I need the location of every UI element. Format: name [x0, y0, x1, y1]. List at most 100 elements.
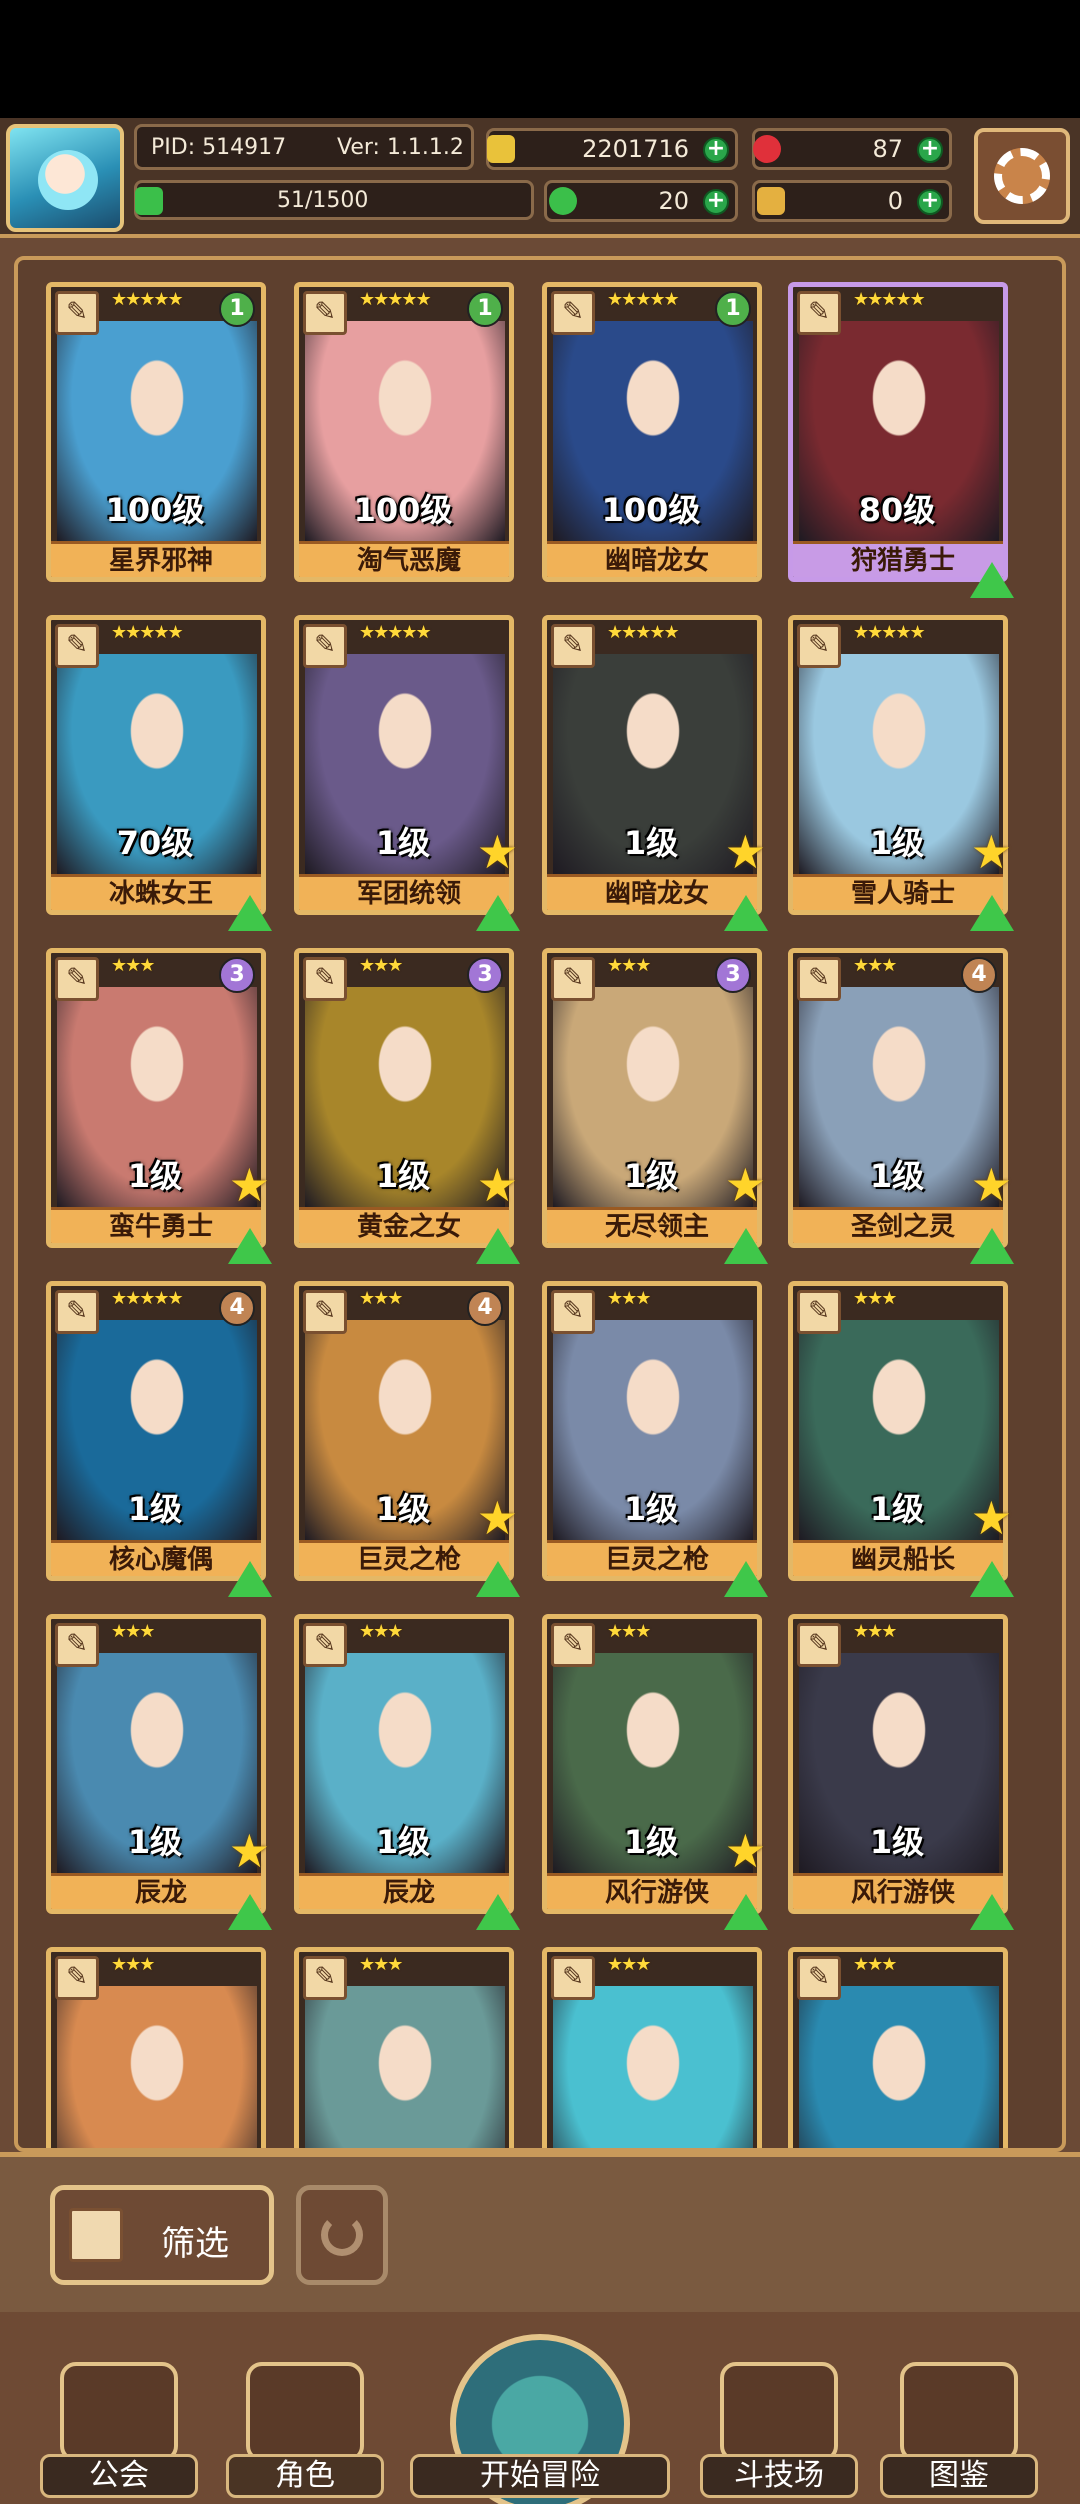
upgrade-arrow-icon [724, 895, 768, 931]
key-bar: 0 + [752, 180, 952, 222]
nav-adventure[interactable]: 开始冒险 [410, 2334, 670, 2504]
clover-value: 20 [658, 187, 689, 215]
filter-button[interactable]: 筛选 [50, 2185, 274, 2285]
hero-card[interactable]: ✎ ★★★ 1级 风行游侠 [788, 1614, 1014, 1930]
hero-card[interactable]: ✎ ★★★ 3 1级 无尽领主 ★ [542, 948, 768, 1264]
hero-name: 幽暗龙女 [547, 541, 757, 577]
add-gems-button[interactable]: + [917, 137, 943, 163]
tier-badge: 4 [961, 957, 997, 993]
class-icon: ✎ [55, 1290, 99, 1334]
hero-card[interactable]: ✎ ★★★ [788, 1947, 1008, 2148]
hero-card[interactable]: ✎ ★★★★★ 1 100级 幽暗龙女 [542, 282, 762, 594]
hero-portrait-frame: ✎ ★★★ [294, 1947, 514, 2148]
hero-level: 70级 [116, 824, 194, 862]
star-up-icon: ★ [724, 825, 766, 879]
clover-bar: 20 + [544, 180, 738, 222]
hero-portrait-frame: ✎ ★★★★★ 1 100级 幽暗龙女 [542, 282, 762, 582]
gear-icon [994, 148, 1050, 204]
nav-characters[interactable]: 角色 [226, 2334, 384, 2504]
tier-badge: 4 [219, 1290, 255, 1326]
rarity-stars: ★★★★★ [111, 622, 184, 643]
upgrade-arrow-icon [970, 895, 1014, 931]
hero-portrait [57, 1986, 257, 2148]
hero-portrait [553, 1986, 753, 2148]
grid-icon [69, 2208, 123, 2262]
gem-value: 87 [872, 135, 903, 163]
star-up-icon: ★ [970, 1491, 1012, 1545]
player-avatar[interactable] [6, 124, 124, 232]
character-icon [246, 2362, 364, 2462]
hero-portrait-frame: ✎ ★★★ [542, 1947, 762, 2148]
hero-portrait-frame: ✎ ★★★★★ 1 100级 淘气恶魔 [294, 282, 514, 582]
nav-codex[interactable]: 图鉴 [880, 2334, 1038, 2504]
upgrade-arrow-icon [970, 1561, 1014, 1597]
hero-card[interactable]: ✎ ★★★ 1级 幽灵船长 ★ [788, 1281, 1014, 1597]
hero-card[interactable]: ✎ ★★★★★ 70级 冰蛛女王 [46, 615, 272, 931]
class-icon: ✎ [55, 291, 99, 335]
pid-version-bar: PID: 514917 Ver: 1.1.1.2 [134, 124, 474, 170]
hero-card[interactable]: ✎ ★★★ 4 1级 圣剑之灵 ★ [788, 948, 1014, 1264]
nav-arena-label: 斗技场 [700, 2454, 858, 2498]
gold-bar: 2201716 + [486, 128, 738, 170]
hero-card[interactable]: ✎ ★★★ 1级 风行游侠 ★ [542, 1614, 768, 1930]
hero-card[interactable]: ✎ ★★★ [46, 1947, 266, 2148]
hero-level: 1级 [623, 1490, 679, 1528]
hero-card[interactable]: ✎ ★★★ 1级 巨灵之枪 [542, 1281, 768, 1597]
rarity-stars: ★★★ [607, 1621, 651, 1642]
hero-portrait [799, 1986, 999, 2148]
hero-card[interactable]: ✎ ★★★★★ 1 100级 星界邪神 [46, 282, 266, 594]
upgrade-arrow-icon [970, 1894, 1014, 1930]
star-up-icon: ★ [724, 1158, 766, 1212]
star-up-icon: ★ [724, 1824, 766, 1878]
rarity-stars: ★★★★★ [853, 289, 926, 310]
nav-arena[interactable]: 斗技场 [700, 2334, 858, 2504]
hero-level: 80级 [858, 491, 936, 529]
hero-card[interactable]: ✎ ★★★★★ 80级 狩猎勇士 [788, 282, 1014, 598]
add-keys-button[interactable]: + [917, 189, 943, 215]
reset-button[interactable] [296, 2185, 388, 2285]
exp-value: 51/1500 [277, 187, 369, 213]
hero-card[interactable]: ✎ ★★★ 3 1级 蛮牛勇士 ★ [46, 948, 272, 1264]
upgrade-arrow-icon [724, 1561, 768, 1597]
rarity-stars: ★★★ [853, 1288, 897, 1309]
nav-guild[interactable]: 公会 [40, 2334, 198, 2504]
hero-card[interactable]: ✎ ★★★ [294, 1947, 514, 2148]
class-icon: ✎ [55, 1623, 99, 1667]
hero-portrait-frame: ✎ ★★★★★ 70级 冰蛛女王 [46, 615, 266, 915]
class-icon: ✎ [551, 1290, 595, 1334]
hero-card[interactable]: ✎ ★★★★★ 1 100级 淘气恶魔 [294, 282, 514, 594]
class-icon: ✎ [303, 624, 347, 668]
hero-card[interactable]: ✎ ★★★★★ 4 1级 核心魔偶 [46, 1281, 272, 1597]
class-icon: ✎ [55, 957, 99, 1001]
hero-card[interactable]: ✎ ★★★ 4 1级 巨灵之枪 ★ [294, 1281, 520, 1597]
hero-card[interactable]: ✎ ★★★★★ 1级 幽暗龙女 ★ [542, 615, 768, 931]
pid-label: PID: 514917 [151, 134, 287, 160]
class-icon: ✎ [303, 291, 347, 335]
rarity-stars: ★★★ [111, 1954, 155, 1975]
add-clover-button[interactable]: + [703, 189, 729, 215]
hero-card[interactable]: ✎ ★★★ 3 1级 黄金之女 ★ [294, 948, 520, 1264]
hero-card[interactable]: ✎ ★★★★★ 1级 雪人骑士 ★ [788, 615, 1014, 931]
hero-card[interactable]: ✎ ★★★★★ 1级 军团统领 ★ [294, 615, 520, 931]
nav-adventure-label: 开始冒险 [410, 2454, 670, 2498]
app-root: PID: 514917 Ver: 1.1.1.2 51/1500 2201716… [0, 0, 1080, 2504]
rarity-stars: ★★★ [359, 1288, 403, 1309]
tier-badge: 4 [467, 1290, 503, 1326]
star-up-icon: ★ [476, 825, 518, 879]
rarity-stars: ★★★ [853, 1954, 897, 1975]
rarity-stars: ★★★ [607, 1954, 651, 1975]
upgrade-arrow-icon [228, 1894, 272, 1930]
hero-card[interactable]: ✎ ★★★ [542, 1947, 762, 2148]
tier-badge: 3 [715, 957, 751, 993]
settings-button[interactable] [974, 128, 1070, 224]
rarity-stars: ★★★ [111, 955, 155, 976]
tier-badge: 1 [467, 291, 503, 327]
upgrade-arrow-icon [228, 1561, 272, 1597]
hero-card[interactable]: ✎ ★★★ 1级 辰龙 ★ [46, 1614, 272, 1930]
class-icon: ✎ [797, 291, 841, 335]
add-gold-button[interactable]: + [703, 137, 729, 163]
hero-portrait-frame: ✎ ★★★ 1级 风行游侠 [788, 1614, 1008, 1914]
hero-card[interactable]: ✎ ★★★ 1级 辰龙 [294, 1614, 520, 1930]
refresh-icon [321, 2214, 363, 2256]
version-label: Ver: 1.1.1.2 [337, 134, 464, 160]
